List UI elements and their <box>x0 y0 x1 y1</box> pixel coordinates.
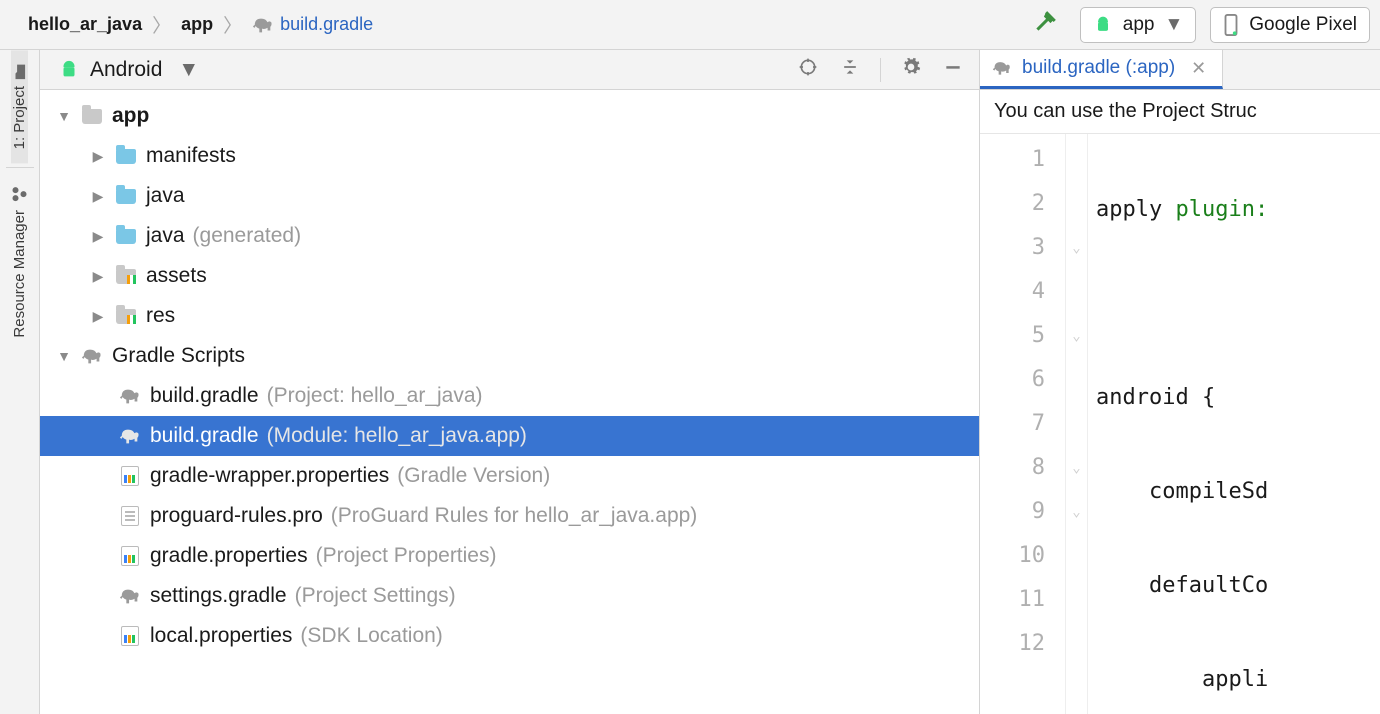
tree-node-local-properties[interactable]: local.properties (SDK Location) <box>40 616 979 656</box>
folder-icon <box>114 309 138 324</box>
editor-pane: build.gradle (:app) ✕ You can use the Pr… <box>980 50 1380 714</box>
expand-arrow-icon[interactable]: ▼ <box>56 108 72 124</box>
breadcrumb-bar: hello_ar_java 〉 app 〉 build.gradle app ▼… <box>0 0 1380 50</box>
project-tree[interactable]: ▼ app ▶ manifests ▶ java ▶ java (generat… <box>40 90 979 714</box>
collapse-all-icon[interactable] <box>834 57 866 83</box>
chevron-down-icon: ▼ <box>178 58 199 82</box>
tree-node-java-generated[interactable]: ▶ java (generated) <box>40 216 979 256</box>
device-label: Google Pixel <box>1249 14 1357 36</box>
gradle-icon <box>80 346 104 366</box>
crumb-root[interactable]: hello_ar_java <box>28 14 142 35</box>
android-icon <box>58 58 80 82</box>
tool-tab-project[interactable]: 1: Project <box>11 50 28 163</box>
expand-arrow-icon[interactable]: ▶ <box>90 148 106 165</box>
gradle-icon <box>118 386 142 406</box>
editor-tab-build-gradle-app[interactable]: build.gradle (:app) ✕ <box>980 50 1223 89</box>
gear-icon[interactable] <box>895 57 927 83</box>
folder-icon <box>114 189 138 204</box>
project-header: Android ▼ <box>40 50 979 90</box>
breadcrumb[interactable]: hello_ar_java 〉 app 〉 build.gradle <box>28 11 373 38</box>
fold-marker-icon[interactable]: ⌄ <box>1066 446 1087 490</box>
module-icon <box>80 109 104 124</box>
project-view-selector[interactable]: Android ▼ <box>58 58 199 82</box>
build-icon[interactable] <box>1032 9 1058 40</box>
generated-folder-icon <box>114 229 138 244</box>
tree-node-app[interactable]: ▼ app <box>40 96 979 136</box>
expand-arrow-icon[interactable]: ▶ <box>90 228 106 245</box>
expand-arrow-icon[interactable]: ▶ <box>90 188 106 205</box>
left-tool-rail: 1: Project Resource Manager <box>0 50 40 714</box>
expand-arrow-icon[interactable]: ▶ <box>90 308 106 325</box>
gradle-icon <box>252 15 274 35</box>
resource-manager-icon <box>12 186 28 203</box>
tree-node-gradle-wrapper-properties[interactable]: gradle-wrapper.properties (Gradle Versio… <box>40 456 979 496</box>
project-pane: Android ▼ ▼ app <box>40 50 980 714</box>
chevron-down-icon: ▼ <box>1164 14 1183 36</box>
run-config-selector[interactable]: app ▼ <box>1080 7 1197 43</box>
fold-marker-icon[interactable]: ⌄ <box>1066 226 1087 270</box>
minimize-icon[interactable] <box>937 57 969 83</box>
android-icon <box>1093 14 1113 36</box>
phone-icon <box>1223 14 1239 36</box>
chevron-right-icon: 〉 <box>148 11 175 38</box>
tree-node-build-gradle-project[interactable]: build.gradle (Project: hello_ar_java) <box>40 376 979 416</box>
fold-column[interactable]: ⌄ ⌄ ⌄ ⌄ <box>1066 134 1088 714</box>
tree-node-gradle-scripts[interactable]: ▼ Gradle Scripts <box>40 336 979 376</box>
folder-icon <box>13 63 27 80</box>
line-gutter: 1 2 3 4 5 6 7 8 9 10 11 12 <box>980 134 1066 714</box>
editor-banner[interactable]: You can use the Project Struc <box>980 90 1380 134</box>
device-selector[interactable]: Google Pixel <box>1210 7 1370 43</box>
crumb-mid[interactable]: app <box>181 14 213 35</box>
properties-file-icon <box>118 466 142 486</box>
code-editor[interactable]: 1 2 3 4 5 6 7 8 9 10 11 12 ⌄ ⌄ ⌄ ⌄ <box>980 134 1380 714</box>
folder-icon <box>114 269 138 284</box>
chevron-right-icon: 〉 <box>219 11 246 38</box>
code-lines[interactable]: apply plugin: android { compileSd defaul… <box>1088 134 1380 714</box>
fold-marker-icon[interactable]: ⌄ <box>1066 490 1087 534</box>
tree-node-manifests[interactable]: ▶ manifests <box>40 136 979 176</box>
crumb-file[interactable]: build.gradle <box>280 14 373 35</box>
text-file-icon <box>118 506 142 526</box>
gradle-icon <box>992 59 1012 77</box>
editor-tabs: build.gradle (:app) ✕ <box>980 50 1380 90</box>
tree-node-java[interactable]: ▶ java <box>40 176 979 216</box>
target-icon[interactable] <box>792 57 824 83</box>
gradle-icon <box>118 426 142 446</box>
gradle-icon <box>118 586 142 606</box>
run-config-label: app <box>1123 14 1155 36</box>
tree-node-settings-gradle[interactable]: settings.gradle (Project Settings) <box>40 576 979 616</box>
properties-file-icon <box>118 626 142 646</box>
expand-arrow-icon[interactable]: ▶ <box>90 268 106 285</box>
tree-node-gradle-properties[interactable]: gradle.properties (Project Properties) <box>40 536 979 576</box>
close-icon[interactable]: ✕ <box>1185 58 1206 79</box>
tool-tab-resource-manager[interactable]: Resource Manager <box>11 172 28 352</box>
tree-node-res[interactable]: ▶ res <box>40 296 979 336</box>
expand-arrow-icon[interactable]: ▼ <box>56 348 72 364</box>
tree-node-assets[interactable]: ▶ assets <box>40 256 979 296</box>
fold-marker-icon[interactable]: ⌄ <box>1066 314 1087 358</box>
tree-node-build-gradle-app[interactable]: build.gradle (Module: hello_ar_java.app) <box>40 416 979 456</box>
folder-icon <box>114 149 138 164</box>
properties-file-icon <box>118 546 142 566</box>
tree-node-proguard-rules[interactable]: proguard-rules.pro (ProGuard Rules for h… <box>40 496 979 536</box>
